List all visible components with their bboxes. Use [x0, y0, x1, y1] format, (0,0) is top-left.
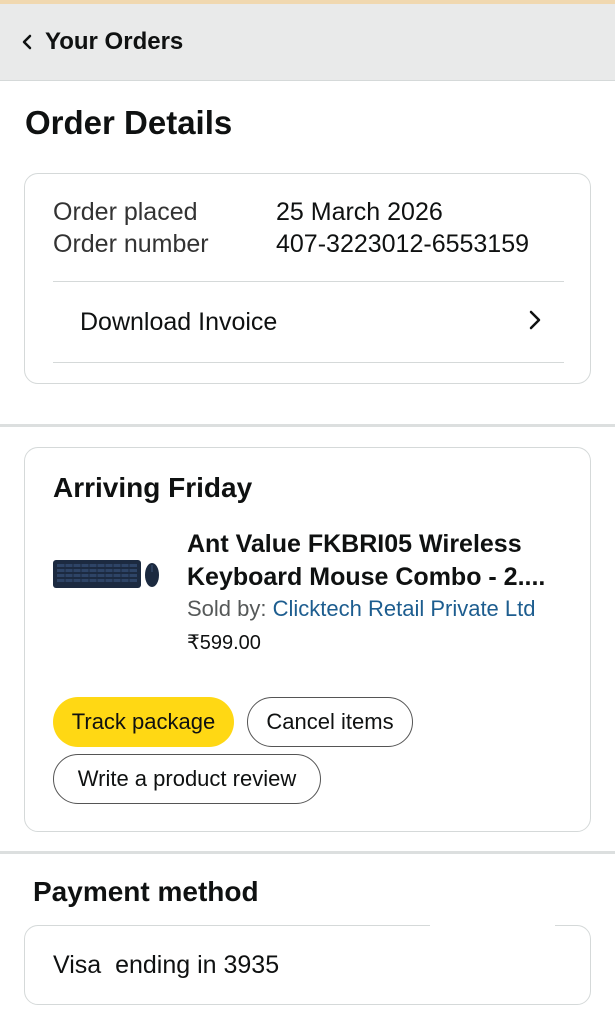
- cancel-items-button[interactable]: Cancel items: [247, 697, 413, 747]
- order-number-value: 407-3223012-6553159: [276, 230, 530, 258]
- divider: [53, 362, 564, 363]
- delivery-status: Arriving Friday: [53, 472, 253, 503]
- top-header: Your Orders: [0, 4, 615, 81]
- product-price: ₹599.00: [187, 632, 261, 654]
- payment-card: Visa ending in 3935: [24, 925, 591, 1005]
- write-review-button[interactable]: Write a product review: [53, 754, 321, 804]
- download-invoice-label: Download Invoice: [80, 307, 278, 336]
- track-package-button[interactable]: Track package: [53, 697, 234, 747]
- section-separator: [0, 424, 615, 427]
- sold-by: Sold by: Clicktech Retail Private Ltd: [187, 596, 536, 622]
- download-invoice-row[interactable]: Download Invoice: [53, 282, 564, 362]
- section-separator: [0, 851, 615, 854]
- border-gap: [430, 918, 555, 928]
- sold-by-label: Sold by:: [187, 596, 273, 621]
- shipment-card: Arriving Friday Ant Value FKBRI05 Wirele…: [24, 447, 591, 832]
- seller-link[interactable]: Clicktech Retail Private Ltd: [273, 596, 536, 621]
- back-to-orders-link[interactable]: Your Orders: [45, 28, 183, 56]
- order-info-card: Order placed 25 March 2026 Order number …: [24, 173, 591, 384]
- order-placed-label: Order placed: [53, 198, 198, 226]
- payment-method-title: Payment method: [33, 876, 259, 907]
- product-title-link[interactable]: Ant Value FKBRI05 Wireless Keyboard Mous…: [187, 528, 567, 594]
- order-placed-value: 25 March 2026: [276, 198, 443, 226]
- page-title: Order Details: [25, 104, 233, 141]
- order-number-label: Order number: [53, 230, 209, 258]
- chevron-right-icon: [528, 309, 542, 336]
- keyboard-mouse-image[interactable]: [53, 558, 161, 592]
- payment-card-text: Visa ending in 3935: [53, 950, 280, 979]
- chevron-left-icon[interactable]: [20, 31, 34, 53]
